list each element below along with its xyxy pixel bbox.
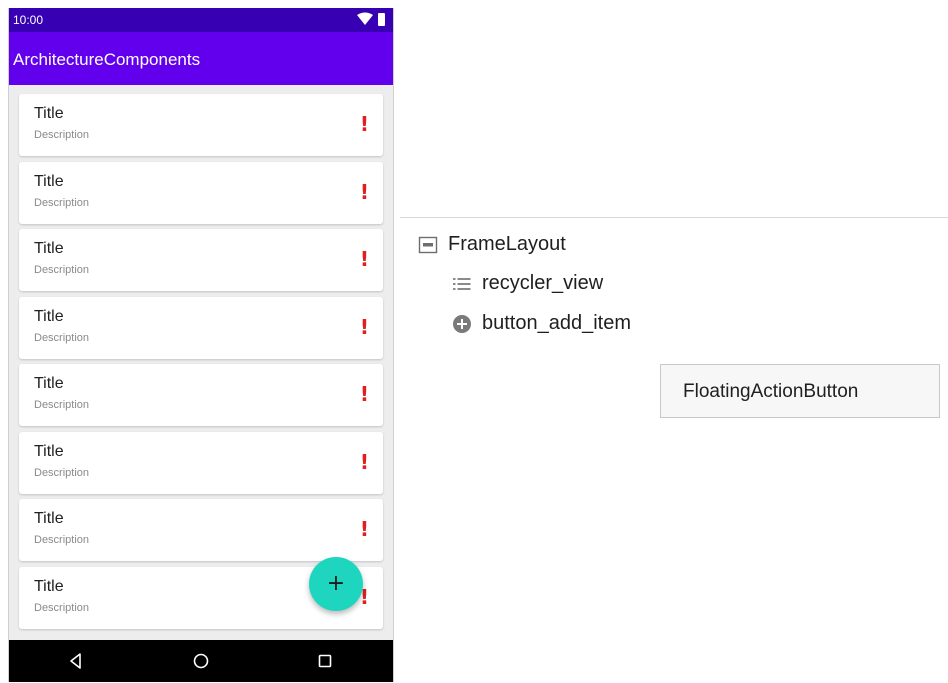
add-item-fab[interactable]: +: [309, 557, 363, 611]
recents-icon[interactable]: [315, 651, 335, 671]
list-icon: [453, 278, 471, 290]
tree-item-label: button_add_item: [482, 312, 632, 334]
app-bar: ArchitectureComponents: [9, 32, 393, 85]
note-title: Title: [34, 105, 64, 122]
note-title: Title: [34, 307, 64, 325]
note-card[interactable]: Title Description!: [19, 229, 383, 291]
component-tree-panel: FrameLayout recycler_view button_add_ite…: [400, 217, 948, 683]
frame-layout-icon: [418, 236, 438, 254]
add-icon: +: [326, 571, 346, 596]
status-bar: 10:00: [9, 8, 393, 32]
note-card[interactable]: Title Description!: [19, 94, 383, 156]
add-circle-icon: [453, 315, 471, 333]
note-description: Description: [34, 534, 90, 546]
priority-icon: !: [359, 449, 369, 474]
note-description: Description: [34, 601, 90, 614]
component-type-tooltip: FloatingActionButton: [660, 364, 940, 418]
note-title: Title: [34, 510, 64, 527]
priority-icon: !: [359, 179, 369, 204]
status-icons: [357, 12, 385, 26]
phone-preview: 10:00 ArchitectureComponents Title Descri…: [8, 8, 394, 682]
note-card[interactable]: Title Description!: [19, 431, 383, 494]
note-description: Description: [34, 466, 90, 479]
priority-icon: !: [359, 112, 369, 136]
note-card[interactable]: Title Description!: [19, 296, 383, 359]
wifi-icon: [357, 12, 373, 25]
note-description: Description: [34, 264, 90, 276]
priority-icon: !: [359, 517, 369, 541]
note-card[interactable]: Title Description!: [19, 364, 383, 426]
note-title: Title: [34, 172, 64, 190]
home-icon[interactable]: [191, 651, 211, 671]
note-title: Title: [34, 240, 64, 257]
note-title: Title: [34, 442, 64, 460]
status-time: 10:00: [13, 13, 44, 27]
priority-icon: !: [359, 247, 369, 271]
note-title: Title: [34, 577, 64, 595]
note-card[interactable]: Title Description!: [19, 161, 383, 224]
note-description: Description: [34, 399, 90, 411]
priority-icon: !: [359, 314, 369, 339]
note-title: Title: [34, 375, 64, 392]
priority-icon: !: [359, 382, 369, 406]
battery-icon: [378, 13, 385, 26]
tree-item-label: FrameLayout: [448, 233, 566, 255]
tree-item-label: recycler_view: [482, 272, 604, 294]
note-description: Description: [34, 129, 90, 141]
navigation-bar: [9, 640, 393, 682]
back-icon[interactable]: [66, 651, 86, 671]
app-title: ArchitectureComponents: [13, 50, 201, 69]
note-description: Description: [34, 196, 90, 209]
note-card[interactable]: Title Description!: [19, 499, 383, 561]
note-description: Description: [34, 331, 90, 344]
